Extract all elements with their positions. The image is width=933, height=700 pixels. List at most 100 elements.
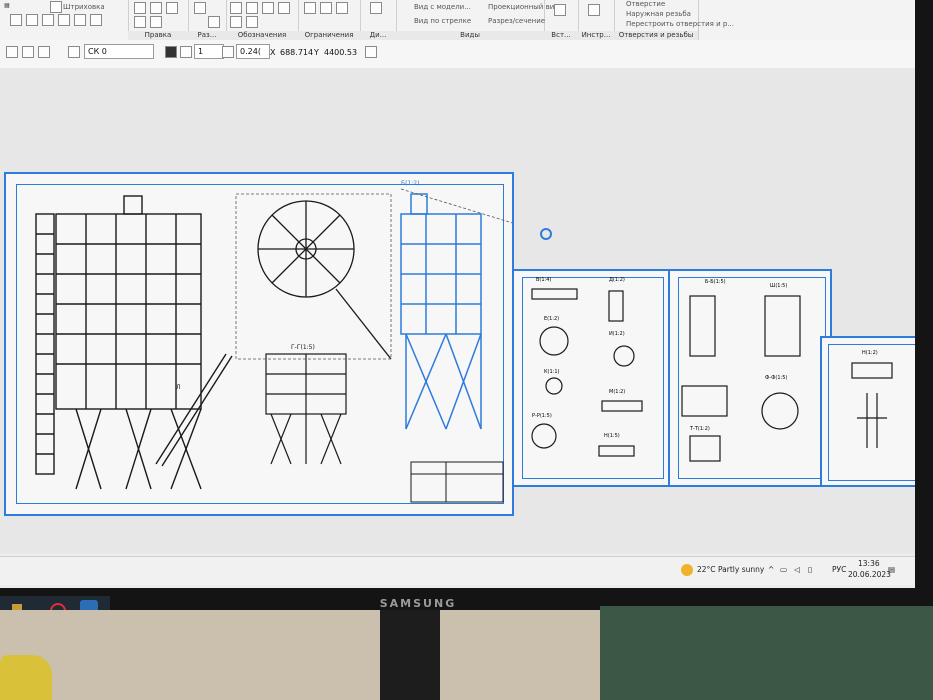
detail-label: Е(1:2) (544, 316, 560, 322)
ribbon-group-edit: Правка (128, 0, 189, 40)
thread-button[interactable]: Наружная резьба (626, 10, 691, 18)
line-tool-icon[interactable] (10, 14, 22, 26)
hole-button[interactable]: Отверстие (626, 0, 665, 8)
ribbon-group-constraints: Ограничения (298, 0, 361, 40)
weather-desc[interactable]: Partly sunny (718, 565, 764, 574)
move-icon[interactable] (134, 2, 146, 14)
coord-x-label: X (270, 48, 276, 57)
insert-icon[interactable] (554, 4, 566, 16)
grid-icon[interactable] (68, 46, 80, 58)
ribbon-group-di: Ди... (360, 0, 397, 40)
coordinate-system-select[interactable]: СК 0 (84, 44, 154, 59)
mirror-icon[interactable] (150, 16, 162, 28)
ribbon-group-hatch: ▦ Штриховка (0, 0, 129, 40)
view-label: Б(1:2) (401, 180, 420, 187)
constraint-icon[interactable] (304, 2, 316, 14)
drawing-sheet-main[interactable]: Б(1:2) Г-Г(1:5) Л (4, 172, 514, 516)
notifications-icon[interactable]: ▤ (888, 565, 895, 574)
zoom-field[interactable]: 0.24( (236, 44, 270, 59)
detail-label: Б-Б(1:5) (705, 279, 726, 285)
detail-label: Н(1:2) (862, 350, 878, 356)
trim-icon[interactable] (208, 16, 220, 28)
ribbon-group-label: Ограничения (298, 31, 360, 40)
circle-tool-icon[interactable] (26, 14, 38, 26)
monitor-stand (380, 610, 440, 700)
property-toolbar: СК 0 1 0.24( X 688.714 Y 4400.53 (0, 40, 915, 69)
polyline-tool-icon[interactable] (58, 14, 70, 26)
scale-icon[interactable] (166, 2, 178, 14)
roughness-icon[interactable] (278, 2, 290, 14)
view-from-model-button[interactable]: Вид с модели... (414, 3, 471, 11)
undo-icon[interactable] (6, 46, 18, 58)
network-icon[interactable]: ▭ (780, 565, 787, 574)
drawing-canvas[interactable]: Б(1:2) Г-Г(1:5) Л В(1:4) Д(1:2) Е(1:2) И… (0, 68, 915, 553)
rotate-icon[interactable] (150, 2, 162, 14)
section-view-button[interactable]: Разрез/сечение (488, 17, 545, 25)
clock-time[interactable]: 13:36 (858, 559, 880, 568)
leader-icon[interactable] (262, 2, 274, 14)
arc-tool-icon[interactable] (42, 14, 54, 26)
coord-x-value: 688.714 (280, 48, 314, 57)
step-icon[interactable] (180, 46, 192, 58)
busy-cursor-icon (540, 228, 552, 240)
drawing-sheet-3[interactable]: Б-Б(1:5) Ш(1:5) Ф-Ф(1:5) Т-Т(1:2) (668, 269, 832, 487)
split-icon[interactable] (194, 2, 206, 14)
tools-icon[interactable] (588, 4, 600, 16)
tape-roll (0, 655, 52, 700)
text-icon[interactable] (230, 2, 242, 14)
zoom-icon[interactable] (222, 46, 234, 58)
hatch-icon[interactable] (50, 1, 62, 13)
weather-temp[interactable]: 22°C (697, 565, 716, 574)
clock-date[interactable]: 20.06.2023 (848, 570, 891, 579)
ribbon-group-label: Виды (396, 31, 544, 40)
ribbon-group-insert: Вст... (544, 0, 579, 40)
base-icon[interactable] (230, 16, 242, 28)
copy-icon[interactable] (134, 16, 146, 28)
hatch-button[interactable]: Штриховка (63, 3, 105, 11)
ribbon-group-label: Ди... (360, 31, 396, 40)
book (600, 606, 933, 700)
detail-label: Т-Т(1:2) (690, 426, 710, 432)
view-label: Л (176, 384, 181, 391)
parallel-icon[interactable] (320, 2, 332, 14)
drawing-sheet-4[interactable]: Н(1:2) (820, 336, 915, 487)
detail-label: И(1:2) (609, 331, 625, 337)
detail-label: Ш(1:5) (770, 283, 788, 289)
details-drawing (851, 362, 893, 448)
step-field[interactable]: 1 (194, 44, 224, 59)
ribbon-group-split: Раз... (188, 0, 227, 40)
snap-icon[interactable] (38, 46, 50, 58)
detail-label: М(1:2) (609, 389, 626, 395)
language-indicator[interactable]: РУС (832, 565, 846, 574)
detail-label: В(1:4) (536, 277, 552, 283)
drawing-sheet-2[interactable]: В(1:4) Д(1:2) Е(1:2) И(1:2) К(1:1) М(1:2… (512, 269, 670, 487)
weather-icon[interactable] (681, 564, 693, 576)
spline-tool-icon[interactable] (74, 14, 86, 26)
battery-icon[interactable]: ▯ (808, 565, 812, 574)
monitor-brand: SAMSUNG (379, 597, 457, 610)
orthogonal-icon[interactable] (165, 46, 177, 58)
taskbar: 22°C Partly sunny ^ ▭ ◁ ▯ РУС 13:36 20.0… (0, 556, 915, 585)
diagnostics-icon[interactable] (370, 2, 382, 14)
arrow-view-button[interactable]: Вид по стрелке (414, 17, 471, 25)
pencil-icon[interactable] (365, 46, 377, 58)
monitor: ▦ Штриховка Правка Раз... Обозначения Ог… (0, 0, 933, 610)
detail-label: К(1:1) (544, 369, 560, 375)
coord-y-label: Y (314, 48, 319, 57)
rebuild-holes-button[interactable]: Перестроить отверстия и р... (626, 20, 734, 28)
rectangle-tool-icon[interactable] (90, 14, 102, 26)
ribbon-group-label: Отверстия и резьбы (614, 31, 698, 40)
ribbon-group-tools: Инстр... (578, 0, 615, 40)
details-drawing (681, 295, 801, 462)
ribbon-group-label: Инстр... (578, 31, 614, 40)
volume-icon[interactable]: ◁ (794, 565, 800, 574)
perpendicular-icon[interactable] (336, 2, 348, 14)
view-label: Г-Г(1:5) (291, 344, 315, 351)
ribbon-group-label: Обозначения (226, 31, 298, 40)
tray-chevron-icon[interactable]: ^ (768, 565, 774, 574)
dimension-icon[interactable] (246, 2, 258, 14)
redo-icon[interactable] (22, 46, 34, 58)
ribbon-group-holes: Отверстие Наружная резьба Перестроить от… (614, 0, 734, 40)
table-icon[interactable] (246, 16, 258, 28)
ribbon-group-label: Правка (128, 31, 188, 40)
